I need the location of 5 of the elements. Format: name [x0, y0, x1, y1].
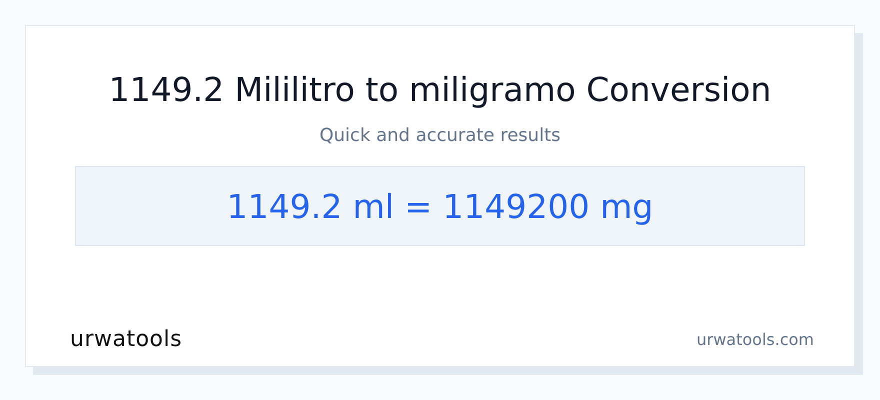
- subtitle: Quick and accurate results: [319, 124, 561, 148]
- logo: urwatools: [70, 327, 182, 352]
- page-title: 1149.2 Mililitro to miligramo Conversion: [108, 70, 772, 110]
- site-link[interactable]: urwatools.com: [696, 330, 814, 349]
- conversion-result: 1149.2 ml = 1149200 mg: [226, 186, 654, 226]
